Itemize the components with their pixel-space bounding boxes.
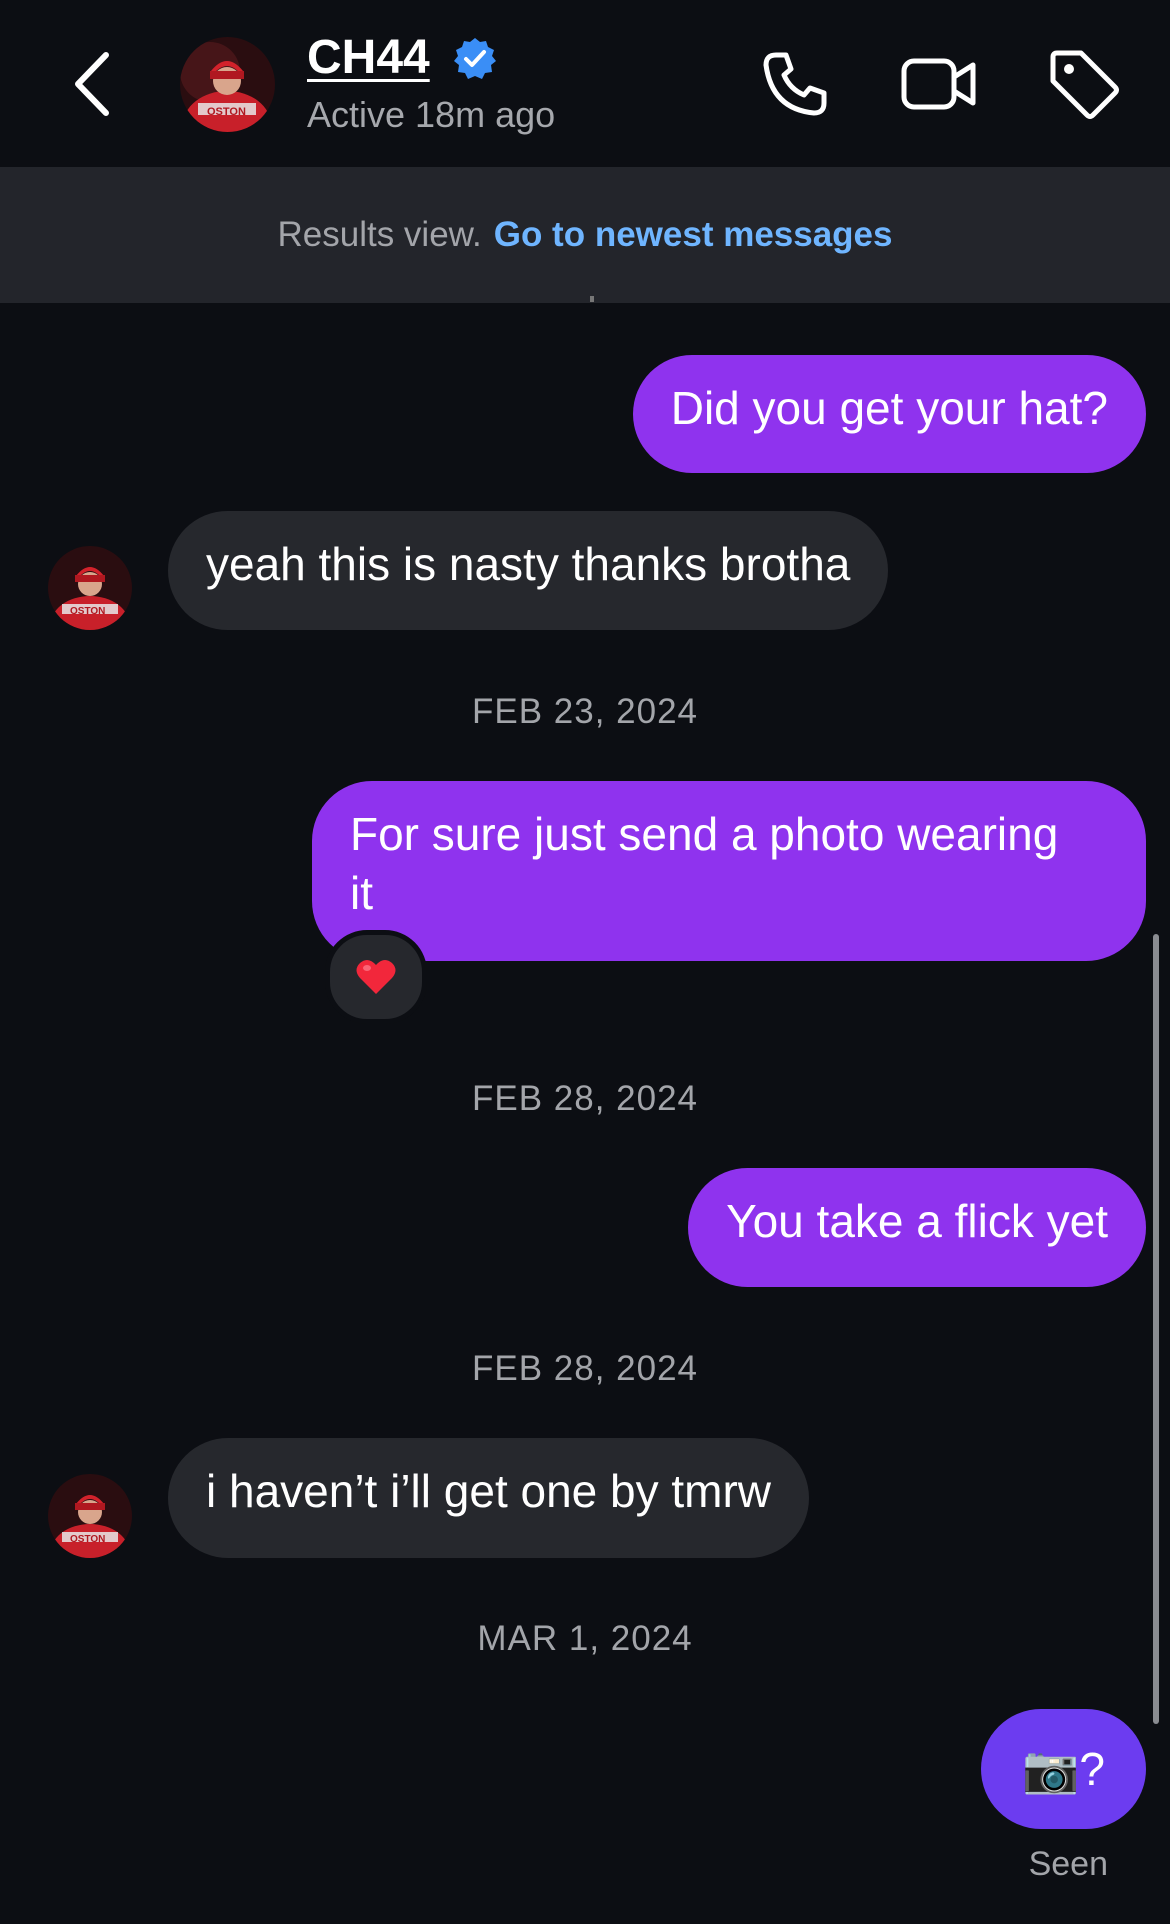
tag-icon (1050, 50, 1119, 119)
incoming-message[interactable]: i haven’t i’ll get one by tmrw (168, 1438, 810, 1558)
incoming-message[interactable]: yeah this is nasty thanks brotha (168, 511, 889, 630)
heart-icon (356, 959, 396, 994)
results-view-label: Results view. (277, 215, 482, 254)
verified-badge-icon (454, 38, 496, 79)
chat-header: OSTON CH44 Active 18m ago (0, 0, 1170, 167)
tag-button[interactable] (1042, 42, 1126, 126)
heart-reaction[interactable] (325, 930, 427, 1024)
video-camera-icon (901, 58, 976, 110)
outgoing-message[interactable]: For sure just send a photo wearing it (312, 781, 1146, 961)
date-separator: FEB 28, 2024 (471, 1079, 699, 1118)
results-view-banner: Results view. Go to newest messages (0, 167, 1170, 303)
date-separator: FEB 28, 2024 (471, 1349, 699, 1388)
back-button[interactable] (62, 44, 122, 124)
seen-receipt: Seen (1028, 1845, 1108, 1883)
active-status: Active 18m ago (307, 94, 556, 135)
outgoing-message[interactable]: You take a flick yet (688, 1168, 1146, 1287)
date-separator: MAR 1, 2024 (477, 1619, 693, 1658)
outgoing-message[interactable]: 📷? (981, 1709, 1146, 1829)
contact-name[interactable]: CH44 (307, 30, 430, 85)
message-line: For sure just send a photo wearing (350, 808, 1059, 860)
svg-text:OSTON: OSTON (207, 106, 246, 118)
svg-text:OSTON: OSTON (70, 606, 105, 617)
sender-avatar[interactable]: OSTON (48, 1474, 132, 1558)
scroll-remnant (590, 296, 594, 302)
outgoing-message[interactable]: Did you get your hat? (632, 355, 1146, 473)
contact-avatar[interactable]: OSTON (180, 37, 275, 132)
date-separator: FEB 23, 2024 (471, 692, 699, 731)
scrollbar[interactable] (1153, 934, 1159, 1724)
svg-text:OSTON: OSTON (70, 1534, 105, 1545)
video-call-button[interactable] (897, 42, 981, 126)
sender-avatar[interactable]: OSTON (48, 546, 132, 630)
go-to-newest-link[interactable]: Go to newest messages (494, 215, 893, 255)
phone-icon (763, 52, 827, 116)
message-line: it (350, 867, 373, 919)
chevron-left-icon (75, 52, 109, 116)
audio-call-button[interactable] (753, 42, 837, 126)
